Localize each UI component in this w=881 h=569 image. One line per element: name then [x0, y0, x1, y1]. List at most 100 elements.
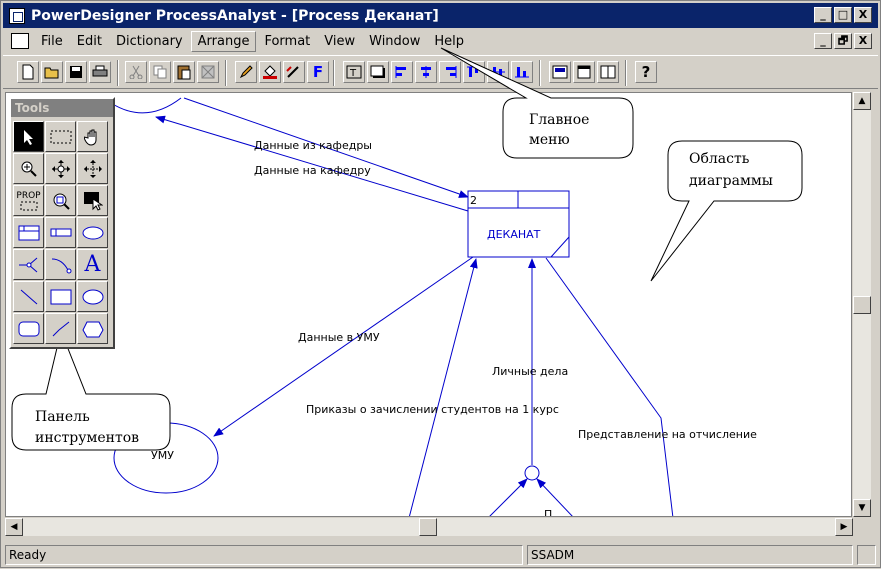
shadow-icon[interactable]	[367, 61, 389, 83]
paste-icon[interactable]	[173, 61, 195, 83]
close-button[interactable]: X	[854, 7, 872, 23]
scroll-right-icon[interactable]: ▶	[835, 518, 853, 536]
page-view-icon[interactable]	[573, 61, 595, 83]
font-icon[interactable]: F	[307, 61, 329, 83]
callout-diagram-area: Область диаграммы	[650, 140, 803, 282]
text-frame-icon[interactable]: T	[343, 61, 365, 83]
fill-color-icon[interactable]	[259, 61, 281, 83]
label-enrollment-orders: Приказы о зачислении студентов на 1 курс	[306, 403, 559, 416]
print-icon[interactable]	[89, 61, 111, 83]
menu-window[interactable]: Window	[363, 32, 426, 51]
status-text: Ready	[5, 545, 523, 565]
menu-view[interactable]: View	[318, 32, 361, 51]
line-color-icon[interactable]	[283, 61, 305, 83]
flow-expulsion[interactable]	[545, 257, 674, 517]
copy-icon[interactable]	[149, 61, 171, 83]
grabber-hand-icon[interactable]	[77, 121, 108, 152]
toolbar: F T ?	[3, 55, 878, 89]
align-center-icon[interactable]	[415, 61, 437, 83]
zoom-out-icon[interactable]	[45, 153, 76, 184]
external-entity-label: УМУ	[151, 449, 174, 462]
menu-bar: File Edit Dictionary Arrange Format View…	[3, 29, 878, 53]
process-name: ДЕКАНАТ	[487, 228, 541, 241]
junction-node[interactable]	[524, 465, 540, 481]
open-folder-icon[interactable]	[41, 61, 63, 83]
split-merge-tool-icon[interactable]	[13, 249, 44, 280]
align-right-icon[interactable]	[439, 61, 461, 83]
align-left-icon[interactable]	[391, 61, 413, 83]
flow-enrollment-orders[interactable]	[409, 258, 478, 517]
menu-format[interactable]: Format	[258, 32, 316, 51]
vertical-scroll-thumb[interactable]	[853, 296, 871, 314]
data-store-tool-icon[interactable]	[13, 217, 44, 248]
label-personal-files: Личные дела	[492, 365, 568, 378]
flow-tool-icon[interactable]	[45, 249, 76, 280]
pencil-icon[interactable]	[235, 61, 257, 83]
label-to-umu: Данные в УМУ	[298, 331, 380, 344]
title-bar: PowerDesigner ProcessAnalyst - [Process …	[3, 3, 878, 28]
resize-grip-icon[interactable]	[857, 545, 876, 565]
tile-view-icon[interactable]	[597, 61, 619, 83]
offscreen-process-arc[interactable]	[110, 97, 182, 114]
horizontal-scroll-thumb[interactable]	[419, 518, 437, 536]
process-tool-icon[interactable]	[77, 217, 108, 248]
scroll-up-icon[interactable]: ▲	[853, 92, 871, 110]
svg-text:Панель: Панель	[35, 409, 90, 425]
save-icon[interactable]	[65, 61, 87, 83]
polygon-tool-icon[interactable]	[77, 313, 108, 344]
label-expulsion: Представление на отчисление	[578, 428, 757, 441]
horizontal-scrollbar[interactable]: ◀ ▶	[5, 518, 853, 536]
align-middle-icon[interactable]	[487, 61, 509, 83]
label-to-dept: Данные на кафедру	[254, 164, 371, 177]
tools-palette-title[interactable]: Tools	[11, 99, 113, 117]
diagram-svg: 2 ДЕКАНАТ УМУ Данные из кафедры Данные н…	[11, 97, 803, 517]
display-preferences-icon[interactable]	[549, 61, 571, 83]
maximize-button[interactable]: □	[834, 7, 852, 23]
rounded-rect-tool-icon[interactable]	[13, 313, 44, 344]
lasso-select-icon[interactable]	[45, 121, 76, 152]
properties-tool-icon[interactable]: PROP	[13, 185, 44, 216]
open-object-icon[interactable]	[45, 185, 76, 216]
doc-minimize-button[interactable]: _	[814, 33, 832, 49]
application-window: PowerDesigner ProcessAnalyst - [Process …	[0, 0, 881, 568]
menu-edit[interactable]: Edit	[71, 32, 108, 51]
cut-icon[interactable]	[125, 61, 147, 83]
svg-text:инструментов: инструментов	[35, 430, 139, 446]
menu-dictionary[interactable]: Dictionary	[110, 32, 189, 51]
ellipse-tool-icon[interactable]	[77, 281, 108, 312]
process-dekanat[interactable]: 2 ДЕКАНАТ	[467, 190, 570, 258]
delete-icon[interactable]	[197, 61, 219, 83]
text-tool-icon[interactable]: A	[77, 249, 108, 280]
svg-text:T: T	[349, 68, 357, 79]
external-entity-tool-icon[interactable]	[45, 217, 76, 248]
app-icon[interactable]	[9, 7, 25, 24]
process-number: 2	[470, 194, 477, 207]
vertical-scrollbar[interactable]: ▲ ▼	[853, 92, 871, 517]
doc-restore-button[interactable]: 🗗	[834, 33, 852, 49]
align-bottom-icon[interactable]	[511, 61, 533, 83]
pointer-tool-icon[interactable]	[13, 121, 44, 152]
minimize-button[interactable]: _	[814, 7, 832, 23]
status-bar: Ready SSADM	[3, 543, 878, 565]
svg-text:диаграммы: диаграммы	[689, 173, 773, 189]
diagram-canvas[interactable]: 2 ДЕКАНАТ УМУ Данные из кафедры Данные н…	[5, 92, 852, 517]
scroll-down-icon[interactable]: ▼	[853, 499, 871, 517]
line-tool-icon[interactable]	[13, 281, 44, 312]
scroll-left-icon[interactable]: ◀	[5, 518, 23, 536]
rectangle-tool-icon[interactable]	[45, 281, 76, 312]
align-top-icon[interactable]	[463, 61, 485, 83]
help-icon[interactable]: ?	[635, 61, 657, 83]
delete-object-icon[interactable]	[77, 185, 108, 216]
zoom-in-icon[interactable]	[13, 153, 44, 184]
zoom-fit-icon[interactable]	[77, 153, 108, 184]
menu-help[interactable]: Help	[428, 32, 470, 51]
label-cut: П	[544, 508, 552, 517]
new-file-icon[interactable]	[17, 61, 39, 83]
menu-file[interactable]: File	[35, 32, 69, 51]
polyline-tool-icon[interactable]	[45, 313, 76, 344]
document-icon[interactable]	[11, 33, 29, 49]
menu-arrange[interactable]: Arrange	[190, 30, 257, 52]
doc-close-button[interactable]: X	[854, 33, 872, 49]
tools-palette[interactable]: Tools PROP A	[9, 97, 115, 349]
window-title: PowerDesigner ProcessAnalyst - [Process …	[31, 7, 439, 24]
